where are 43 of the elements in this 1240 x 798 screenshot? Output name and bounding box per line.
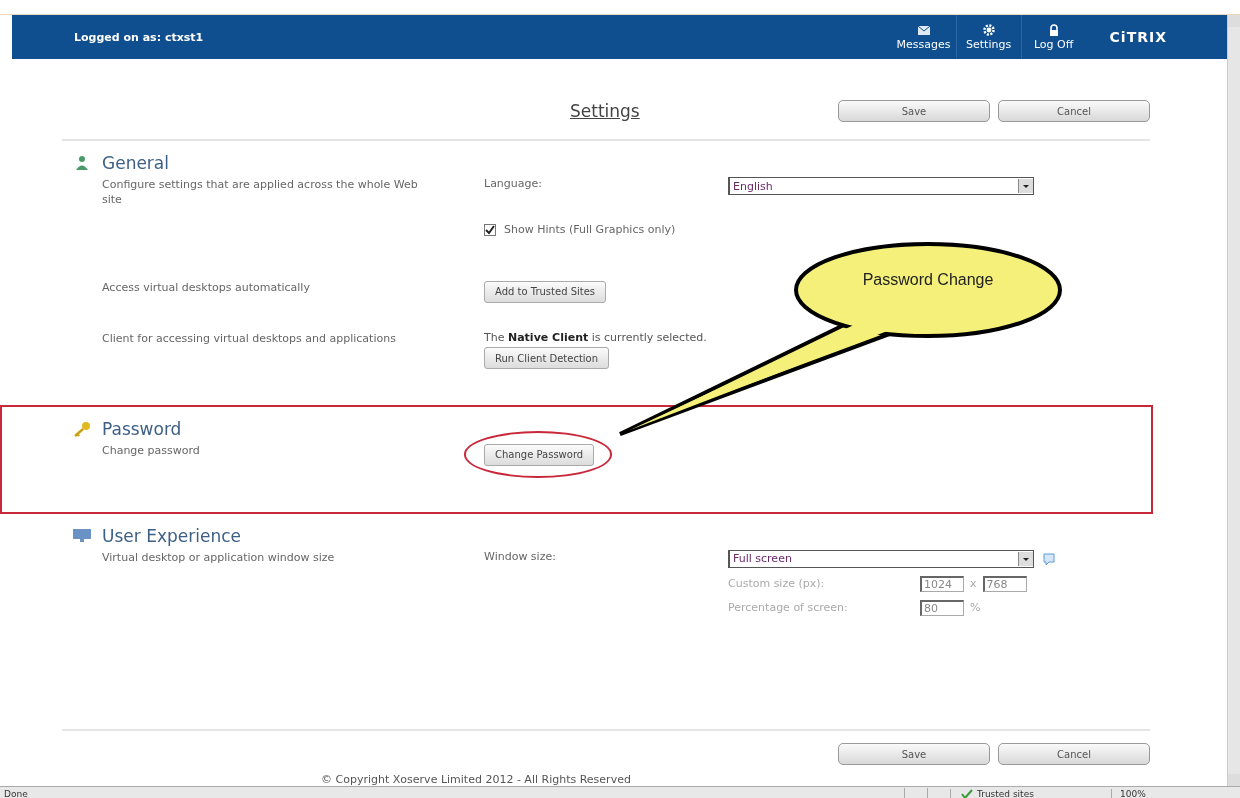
envelope-icon [916,23,931,36]
page-title: Settings [570,101,641,121]
percent-sign: % [970,601,981,614]
section-title: General [102,153,169,173]
times-sign: x [970,577,977,590]
zone-label: Trusted sites [977,788,1034,798]
scrollbar[interactable] [1227,15,1240,786]
field-label: Language: [484,177,543,190]
status-text: Done [3,788,29,798]
nav-link[interactable]: Log Off [1020,15,1086,59]
status-text: The Native Client is currently selected. [484,330,708,344]
callout-text: Password Change [861,270,995,290]
dropdown-field[interactable]: English [728,177,1034,195]
action-button[interactable]: Save [838,743,990,765]
logo: CiTRIX [1109,29,1167,45]
section-title: Password [102,419,182,439]
setting-button[interactable]: Add to Trusted Sites [484,280,607,303]
field-label: Percentage of screen: [728,601,849,614]
action-button[interactable]: Save [838,100,990,122]
field-label: Custom size (px): [728,577,826,590]
monitor-icon [72,527,92,544]
field-label: Window size: [484,549,557,563]
setting-description: Configure settings that are applied across the whole Web site [102,177,419,207]
action-button[interactable]: Cancel [998,743,1150,765]
setting-description: Virtual desktop or application window size [102,549,336,565]
nav-link[interactable]: Settings [955,15,1021,59]
action-button[interactable]: Cancel [998,100,1150,122]
setting-description: Access virtual desktops automatically [102,280,311,295]
check-icon [961,788,973,798]
nav-link[interactable]: Messages [891,15,956,59]
checkbox[interactable] [484,223,496,236]
setting-description: Client for accessing virtual desktops and applications [102,330,397,346]
checkbox-label: Show Hints (Full Graphics only) [504,223,676,236]
dropdown-field[interactable]: Full screen [728,549,1034,568]
copyright-text: © Copyright Xoserve Limited 2012 - All Rights Reserved [320,773,632,786]
setting-button[interactable]: Change Password [484,443,595,466]
section-title: User Experience [102,525,241,546]
setting-description: Change password [102,443,201,458]
key-icon [72,421,92,437]
setting-button[interactable]: Run Client Detection [484,347,610,369]
zoom-level[interactable]: 100% [1111,788,1146,798]
gear-icon [981,23,996,36]
user-label: Logged on as: ctxst1 [74,30,205,44]
